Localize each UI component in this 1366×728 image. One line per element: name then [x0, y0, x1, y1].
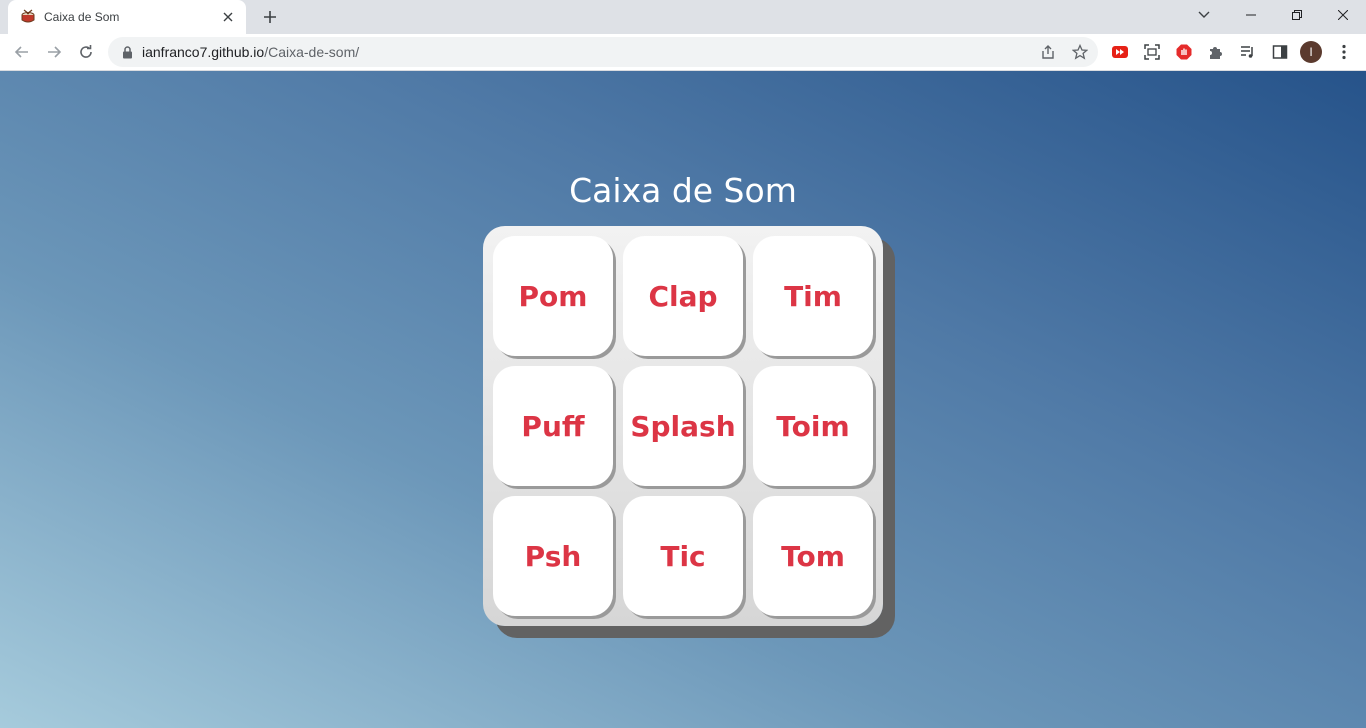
page-title: Caixa de Som — [569, 171, 797, 210]
media-queue-icon[interactable] — [1237, 41, 1259, 63]
puzzle-icon[interactable] — [1205, 41, 1227, 63]
adblock-extension-icon[interactable] — [1173, 41, 1195, 63]
minimize-icon[interactable] — [1228, 0, 1274, 30]
share-icon[interactable] — [1038, 42, 1058, 62]
browser-tab[interactable]: Caixa de Som — [8, 0, 246, 34]
tab-search-icon[interactable] — [1190, 4, 1218, 26]
key-pom-button[interactable]: Pom — [493, 236, 613, 356]
restore-icon[interactable] — [1274, 0, 1320, 30]
browser-toolbar: ianfranco7.github.io/Caixa-de-som/ I — [0, 34, 1366, 71]
key-tom-button[interactable]: Tom — [753, 496, 873, 616]
key-tic-button[interactable]: Tic — [623, 496, 743, 616]
youtube-extension-icon[interactable] — [1109, 41, 1131, 63]
drum-icon — [20, 9, 36, 25]
tab-title: Caixa de Som — [44, 10, 120, 24]
close-tab-icon[interactable] — [220, 9, 236, 25]
address-bar[interactable]: ianfranco7.github.io/Caixa-de-som/ — [108, 37, 1098, 67]
key-tim-button[interactable]: Tim — [753, 236, 873, 356]
key-splash-button[interactable]: Splash — [623, 366, 743, 486]
sound-keypad: Pom Clap Tim Puff Splash Toim Psh Tic To… — [483, 226, 883, 626]
window-controls — [1228, 0, 1366, 30]
url-host: ianfranco7.github.io — [142, 44, 265, 60]
side-panel-icon[interactable] — [1269, 41, 1291, 63]
reload-icon[interactable] — [72, 38, 100, 66]
new-tab-button[interactable] — [258, 6, 282, 28]
key-puff-button[interactable]: Puff — [493, 366, 613, 486]
key-clap-button[interactable]: Clap — [623, 236, 743, 356]
key-toim-button[interactable]: Toim — [753, 366, 873, 486]
page-viewport: Caixa de Som Pom Clap Tim Puff Splash To… — [0, 71, 1366, 728]
tab-strip: Caixa de Som — [0, 0, 1366, 34]
url-text[interactable]: ianfranco7.github.io/Caixa-de-som/ — [142, 44, 359, 60]
lock-icon[interactable] — [120, 45, 134, 59]
screenshot-extension-icon[interactable] — [1141, 41, 1163, 63]
arrow-right-icon[interactable] — [40, 38, 68, 66]
arrow-left-icon[interactable] — [8, 38, 36, 66]
profile-avatar[interactable]: I — [1300, 41, 1322, 63]
close-window-icon[interactable] — [1320, 0, 1366, 30]
star-icon[interactable] — [1070, 42, 1090, 62]
url-path: /Caixa-de-som/ — [264, 44, 360, 60]
key-psh-button[interactable]: Psh — [493, 496, 613, 616]
kebab-menu-icon[interactable] — [1333, 41, 1355, 63]
